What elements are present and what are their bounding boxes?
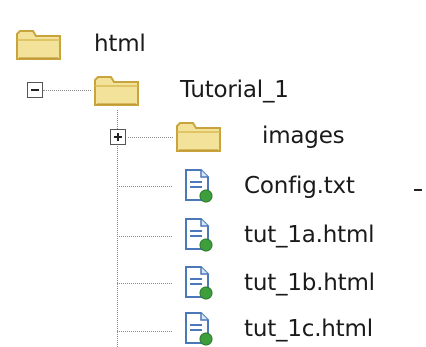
tree-node-images[interactable]: images	[174, 116, 345, 156]
expand-toggle[interactable]	[110, 129, 126, 145]
plus-icon	[110, 129, 126, 145]
tree-connector-vertical	[117, 110, 118, 347]
tree-node-html[interactable]: html	[14, 24, 146, 64]
collapse-toggle[interactable]	[27, 82, 43, 98]
folder-icon	[14, 24, 64, 64]
minus-icon	[27, 82, 43, 98]
tree-node-label: tut_1a.html	[244, 222, 375, 248]
tree-node-label: images	[262, 123, 345, 149]
tree-node-label: tut_1c.html	[244, 316, 373, 342]
tree-connector-horizontal	[117, 283, 172, 284]
tree-connector-horizontal	[117, 186, 172, 187]
tree-connector-horizontal	[128, 137, 173, 138]
tree-connector-horizontal	[117, 236, 172, 237]
file-icon	[182, 167, 216, 205]
tree-node-tut-1c[interactable]: tut_1c.html	[182, 309, 373, 347]
tree-node-label: Tutorial_1	[180, 77, 289, 103]
tree-node-config-txt[interactable]: Config.txt	[182, 166, 355, 206]
tree-connector-horizontal	[117, 331, 172, 332]
file-icon	[182, 264, 216, 302]
tree-connector-horizontal	[43, 90, 91, 91]
file-icon	[182, 216, 216, 254]
folder-icon	[174, 116, 224, 156]
tree-node-label: html	[94, 31, 146, 57]
file-tree: html Tutorial_1 images Config.txt tut_1a…	[0, 0, 426, 347]
tree-node-tutorial-1[interactable]: Tutorial_1	[92, 70, 289, 110]
tree-node-tut-1a[interactable]: tut_1a.html	[182, 215, 375, 255]
tree-node-label: Config.txt	[244, 173, 355, 199]
file-icon	[182, 310, 216, 347]
tree-node-label: tut_1b.html	[244, 270, 375, 296]
folder-icon	[92, 70, 142, 110]
tree-node-tut-1b[interactable]: tut_1b.html	[182, 263, 375, 303]
connector-dash	[414, 189, 422, 191]
